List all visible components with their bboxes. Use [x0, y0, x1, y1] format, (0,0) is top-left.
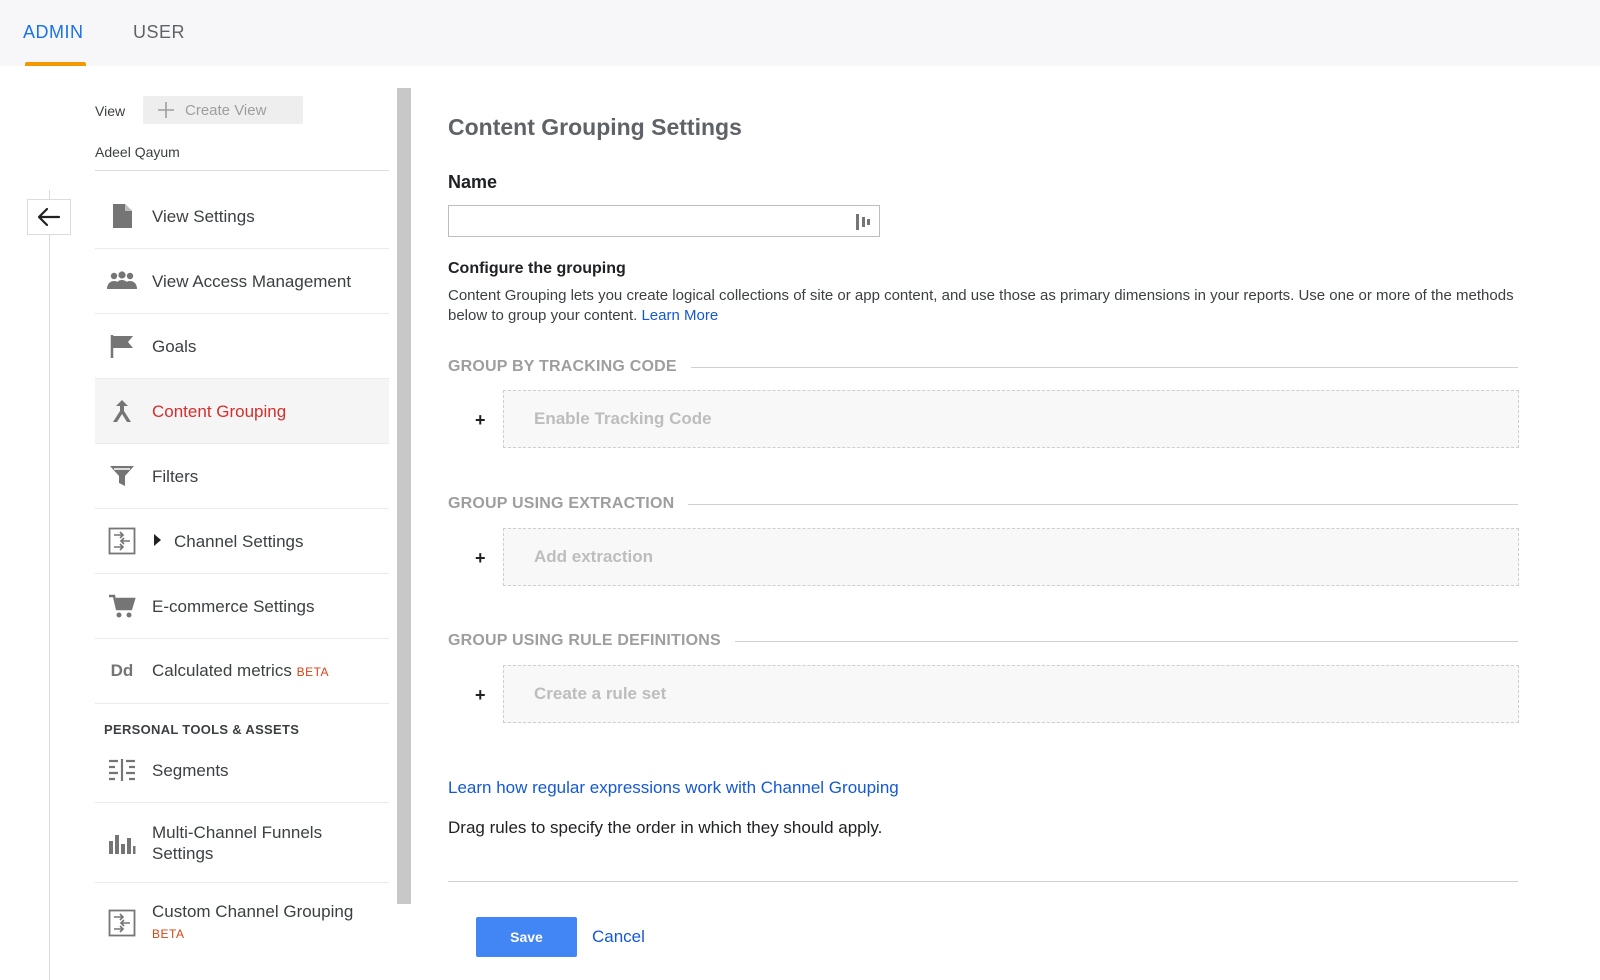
create-view-label: Create View [185, 101, 267, 119]
group-rule-definitions-heading: GROUP USING RULE DEFINITIONS [448, 632, 735, 650]
sidebar-item-label: Filters [152, 466, 199, 486]
add-tracking-code-plus[interactable]: + [475, 410, 486, 431]
page-title: Content Grouping Settings [448, 114, 742, 140]
sidebar-item-label-wrap: Custom Channel Grouping BETA [152, 901, 353, 945]
document-icon [105, 199, 139, 233]
sidebar-item-goals[interactable]: Goals [95, 314, 389, 379]
sidebar-item-filters[interactable]: Filters [95, 444, 389, 509]
cart-icon [105, 589, 139, 623]
tab-user[interactable]: USER [133, 22, 185, 43]
sidebar-item-label: E-commerce Settings [152, 596, 315, 616]
tab-admin[interactable]: ADMIN [23, 22, 84, 43]
sidebar-item-label: View Access Management [152, 271, 352, 291]
beta-badge: BETA [296, 664, 330, 679]
segments-icon [105, 753, 139, 787]
add-extraction-plus[interactable]: + [475, 548, 486, 569]
sidebar-item-label-wrap: Calculated metrics BETA [152, 660, 329, 683]
sidebar-item-view-access-management[interactable]: View Access Management [95, 249, 389, 314]
sidebar-item-label: Channel Settings [174, 531, 304, 551]
calculated-metrics-icon: Dd [110, 661, 134, 680]
sidebar-item-segments[interactable]: Segments [95, 738, 389, 803]
filter-icon [105, 459, 139, 493]
personal-tools-heading: PERSONAL TOOLS & ASSETS [104, 722, 300, 737]
left-rail-line [49, 190, 50, 980]
add-extraction-box[interactable]: Add extraction [503, 528, 1519, 586]
name-input[interactable] [448, 205, 880, 237]
group-extraction-heading: GROUP USING EXTRACTION [448, 495, 689, 513]
sidebar-item-ecommerce-settings[interactable]: E-commerce Settings [95, 574, 389, 639]
admin-sidebar: View Create View Adeel Qayum View Settin… [95, 88, 398, 980]
sidebar-item-label: View Settings [152, 206, 255, 226]
regex-help-link[interactable]: Learn how regular expressions work with … [448, 778, 899, 798]
sidebar-item-view-settings[interactable]: View Settings [95, 184, 389, 249]
divider [95, 170, 389, 171]
enable-tracking-code-box[interactable]: Enable Tracking Code [503, 390, 1519, 448]
bar-chart-icon [105, 826, 139, 860]
people-icon [105, 264, 139, 298]
save-button[interactable]: Save [476, 917, 577, 957]
configure-description-text: Content Grouping lets you create logical… [448, 287, 1514, 324]
group-tracking-code-heading: GROUP BY TRACKING CODE [448, 358, 691, 376]
beta-badge: BETA [152, 927, 185, 941]
name-label: Name [448, 172, 498, 192]
sidebar-item-custom-channel-grouping[interactable]: Custom Channel Grouping BETA [95, 883, 389, 963]
sidebar-item-channel-settings[interactable]: Channel Settings [95, 509, 389, 574]
plus-icon [158, 102, 174, 118]
account-name: Adeel Qayum [95, 144, 180, 160]
sidebar-item-label: Calculated metrics [152, 660, 292, 680]
sidebar-item-label: Goals [152, 336, 197, 356]
divider [448, 881, 1518, 882]
create-view-button[interactable]: Create View [143, 96, 303, 124]
drag-rules-hint: Drag rules to specify the order in which… [448, 818, 883, 837]
add-rule-set-plus[interactable]: + [475, 685, 486, 706]
back-button[interactable] [27, 199, 71, 235]
sidebar-scrollbar[interactable] [397, 88, 411, 904]
sidebar-item-label: Custom Channel Grouping [152, 902, 354, 921]
sidebar-item-label: Multi-Channel Funnels [152, 822, 323, 842]
expand-caret-icon [152, 531, 162, 552]
sidebar-item-label: Settings [152, 843, 214, 863]
learn-more-link[interactable]: Learn More [641, 307, 718, 324]
sidebar-item-calculated-metrics[interactable]: Dd Calculated metrics BETA [95, 639, 389, 704]
custom-channel-icon [105, 906, 139, 940]
cancel-link[interactable]: Cancel [592, 927, 645, 947]
configure-description: Content Grouping lets you create logical… [448, 286, 1548, 326]
sidebar-item-label-wrap: Multi-Channel Funnels Settings [152, 822, 322, 864]
channel-settings-icon [105, 524, 139, 558]
password-manager-icon[interactable] [855, 213, 871, 231]
sidebar-item-multi-channel-funnels-settings[interactable]: Multi-Channel Funnels Settings [95, 803, 389, 883]
arrow-left-icon [37, 207, 61, 227]
flag-icon [105, 329, 139, 363]
content-grouping-icon [105, 394, 139, 428]
configure-title: Configure the grouping [448, 260, 626, 277]
create-rule-set-box[interactable]: Create a rule set [503, 665, 1519, 723]
content-grouping-settings-panel: Content Grouping Settings Name Configure… [448, 0, 1600, 980]
active-tab-indicator [25, 62, 86, 66]
sidebar-item-label: Segments [152, 760, 229, 780]
view-label: View [95, 103, 126, 119]
sidebar-item-label: Content Grouping [152, 401, 287, 421]
sidebar-item-content-grouping[interactable]: Content Grouping [95, 379, 389, 444]
